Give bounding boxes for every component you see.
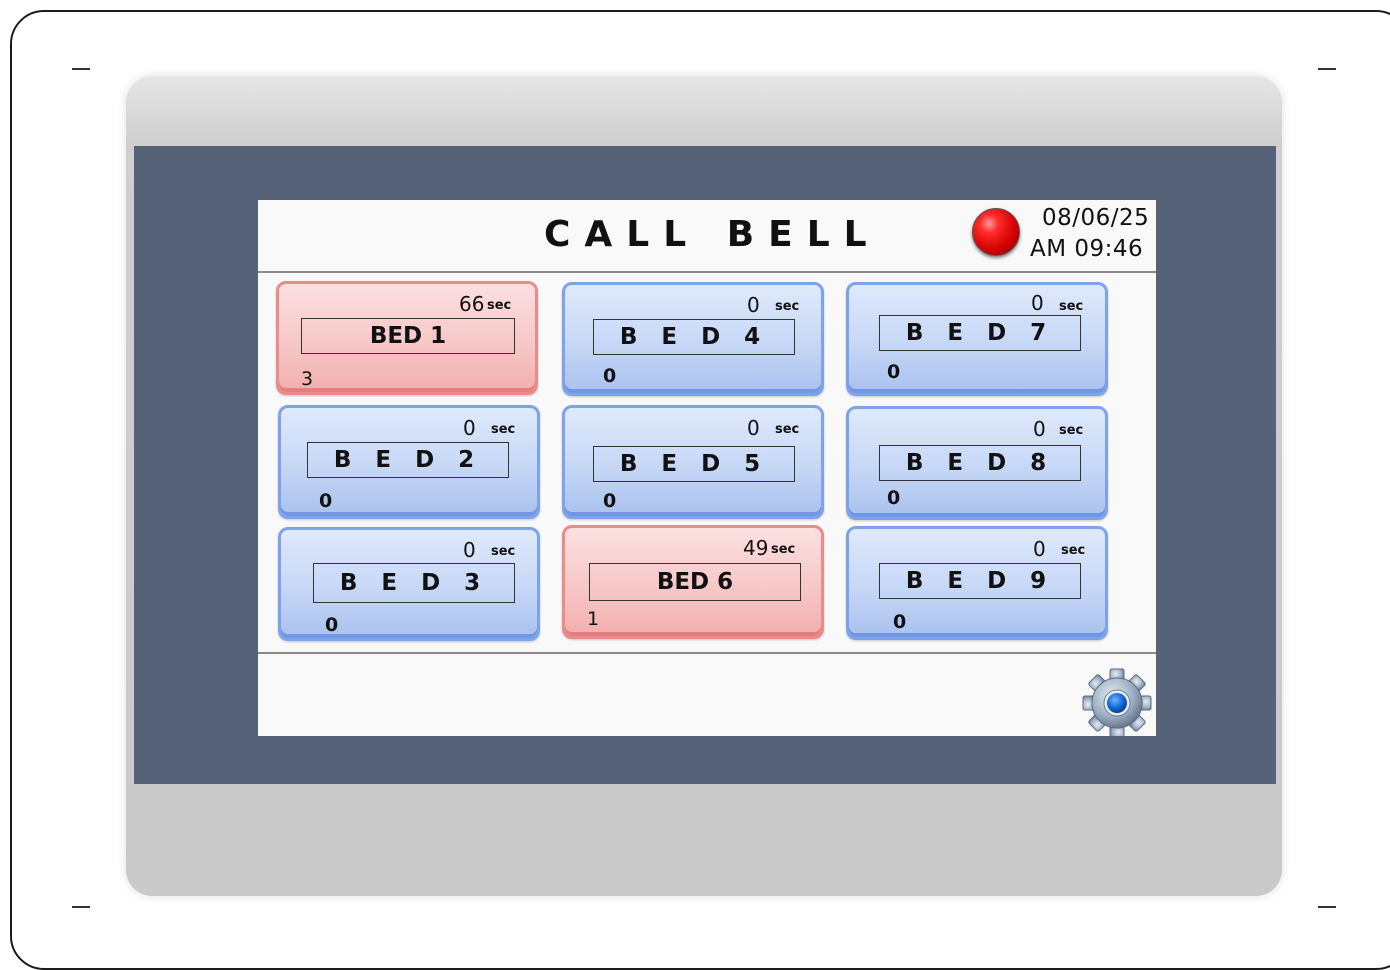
crop-mark <box>1318 906 1336 908</box>
bed-tile-5[interactable]: 0 sec B E D 5 0 <box>562 405 824 519</box>
seconds-unit: sec <box>1059 299 1084 314</box>
elapsed-seconds: 0 <box>463 538 476 562</box>
bed-name-label: B E D 3 <box>313 563 515 603</box>
call-count: 0 <box>887 487 901 509</box>
call-count: 0 <box>603 490 617 512</box>
elapsed-seconds: 0 <box>1033 417 1046 441</box>
seconds-unit: sec <box>1061 543 1086 558</box>
seconds-unit: sec <box>491 544 516 559</box>
elapsed-seconds: 0 <box>747 416 760 440</box>
page-title: CALL BELL <box>544 214 881 255</box>
crop-mark <box>1318 68 1336 70</box>
bed-name-label: B E D 7 <box>879 315 1081 351</box>
bed-name-label: BED 6 <box>589 563 801 601</box>
time-display: AM 09:46 <box>1030 236 1144 262</box>
seconds-unit: sec <box>775 422 800 437</box>
bed-tile-9[interactable]: 0 sec B E D 9 0 <box>846 526 1108 640</box>
hmi-screen: CALL BELL 08/06/25 AM 09:46 66 sec BED 1… <box>258 200 1156 736</box>
elapsed-seconds: 0 <box>747 293 760 317</box>
elapsed-seconds: 49 <box>743 536 769 560</box>
bed-name-label: B E D 9 <box>879 563 1081 599</box>
elapsed-seconds: 0 <box>1033 537 1046 561</box>
bed-name-label: B E D 8 <box>879 445 1081 481</box>
call-count: 0 <box>893 611 907 633</box>
seconds-unit: sec <box>1059 423 1084 438</box>
screen-header: CALL BELL 08/06/25 AM 09:46 <box>258 200 1156 273</box>
seconds-unit: sec <box>487 298 512 313</box>
seconds-unit: sec <box>771 542 796 557</box>
bed-name-label: B E D 2 <box>307 442 509 478</box>
crop-mark <box>72 906 90 908</box>
alarm-lamp-icon <box>972 208 1020 256</box>
call-count: 0 <box>603 365 617 387</box>
bed-tile-1[interactable]: 66 sec BED 1 3 <box>276 281 538 395</box>
call-count: 3 <box>301 368 314 390</box>
call-count: 0 <box>325 614 339 636</box>
bed-name-label: B E D 4 <box>593 319 795 355</box>
elapsed-seconds: 0 <box>1031 291 1044 315</box>
elapsed-seconds: 66 <box>459 292 485 316</box>
bed-tile-6[interactable]: 49 sec BED 6 1 <box>562 525 824 639</box>
elapsed-seconds: 0 <box>463 416 476 440</box>
bed-name-label: BED 1 <box>301 318 515 354</box>
gear-icon[interactable] <box>1082 668 1152 736</box>
call-count: 0 <box>887 361 901 383</box>
bed-tile-7[interactable]: 0 sec B E D 7 0 <box>846 282 1108 396</box>
footer-divider <box>258 652 1156 654</box>
bed-name-label: B E D 5 <box>593 446 795 482</box>
crop-mark <box>72 68 90 70</box>
call-count: 1 <box>587 608 600 630</box>
seconds-unit: sec <box>491 422 516 437</box>
bed-tile-3[interactable]: 0 sec B E D 3 0 <box>278 527 540 641</box>
bed-tile-4[interactable]: 0 sec B E D 4 0 <box>562 282 824 396</box>
seconds-unit: sec <box>775 299 800 314</box>
call-count: 0 <box>319 490 333 512</box>
date-display: 08/06/25 <box>1042 205 1150 231</box>
bed-tile-2[interactable]: 0 sec B E D 2 0 <box>278 405 540 519</box>
bed-tile-8[interactable]: 0 sec B E D 8 0 <box>846 406 1108 520</box>
